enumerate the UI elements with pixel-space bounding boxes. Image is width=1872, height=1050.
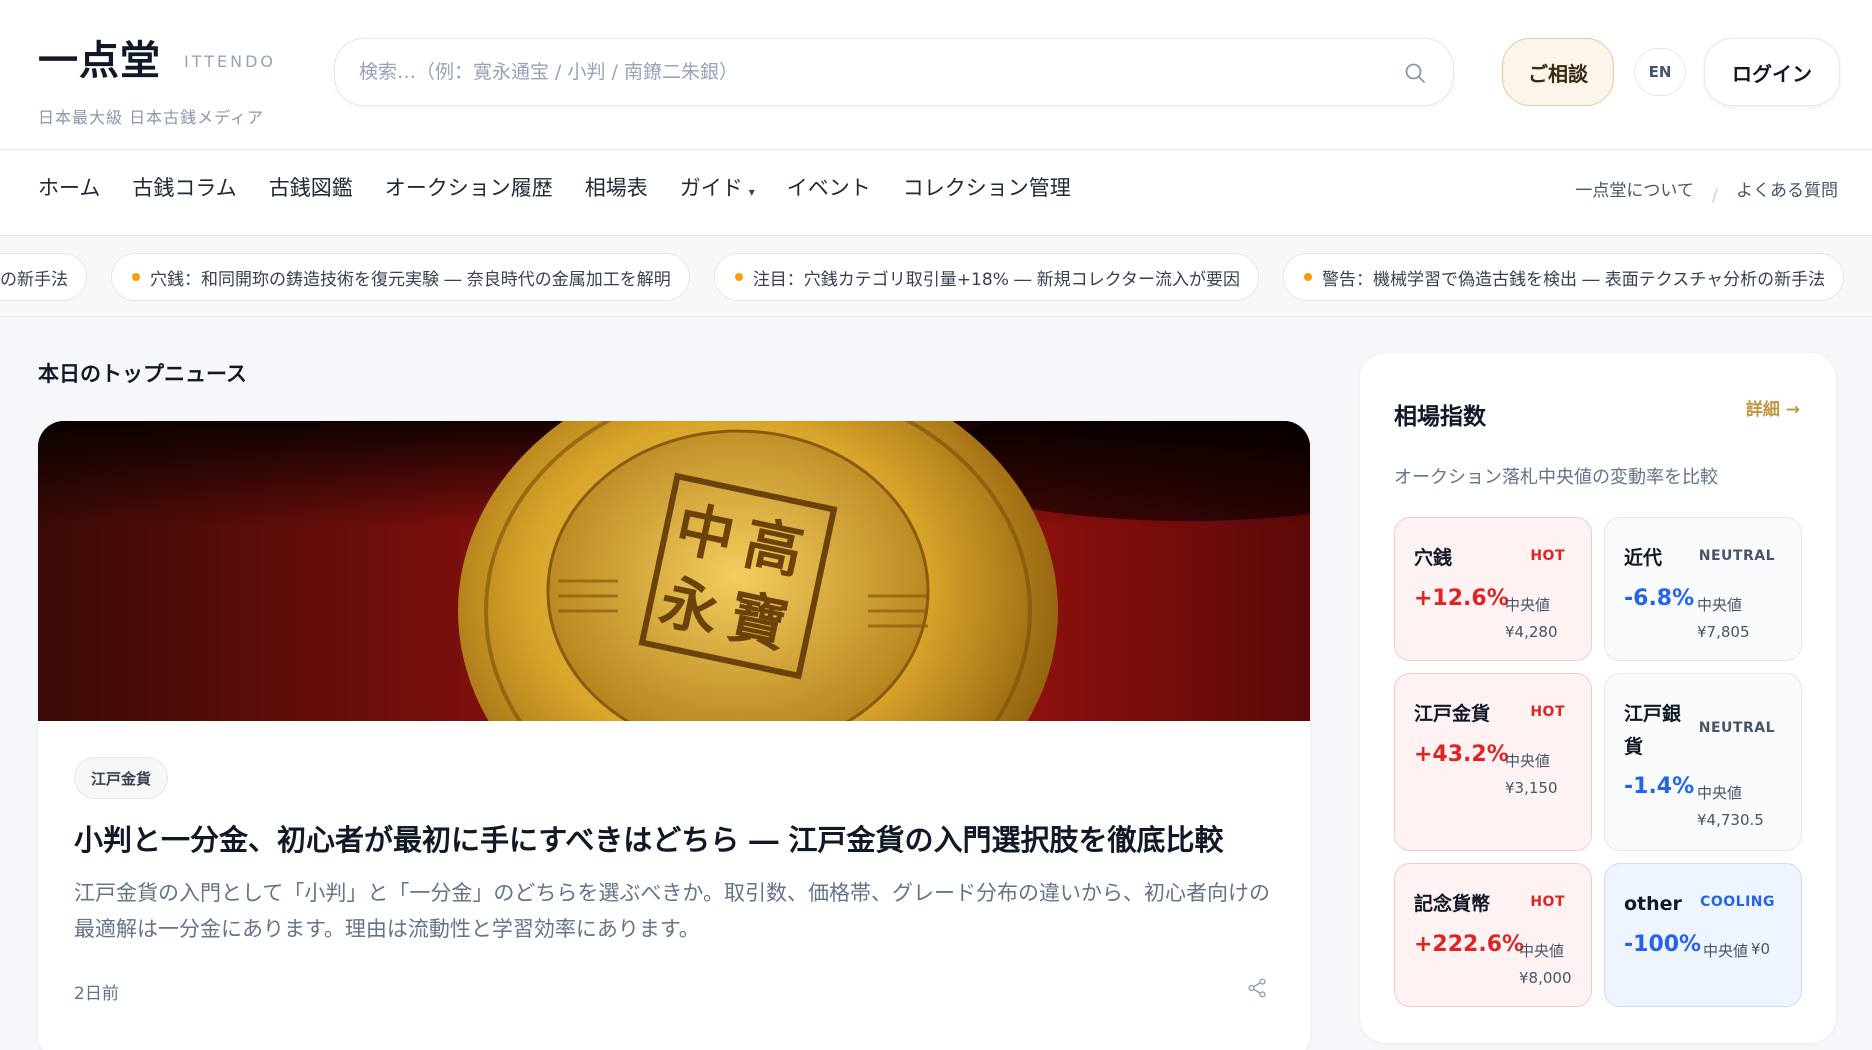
article-description: 江戸金貨の入門として「小判」と「一分金」のどちらを選ぶべきか。取引数、価格帯、グ… xyxy=(74,881,1270,941)
status-badge: HOT xyxy=(1530,704,1565,720)
main-nav: ホーム 古銭コラム 古銭図鑑 オークション履歴 相場表 ガイド ▾ イベント コ… xyxy=(0,151,1872,236)
ticker-track: の新手法 穴銭：和同開珎の鋳造技術を復元実験 ― 奈良時代の金属加工を解明 注目… xyxy=(0,253,1845,301)
median-label: 中央値 xyxy=(1519,942,1565,960)
detail-link[interactable]: 詳細 → xyxy=(1746,395,1800,420)
median-price: ¥4,280 xyxy=(1505,623,1558,641)
nav-menu: ホーム 古銭コラム 古銭図鑑 オークション履歴 相場表 ガイド ▾ イベント コ… xyxy=(38,151,1071,223)
change-value: -100% xyxy=(1624,932,1702,957)
category-tag[interactable]: 江戸金貨 xyxy=(74,757,169,799)
share-icon[interactable] xyxy=(1246,977,1268,999)
median-label: 中央値 xyxy=(1505,596,1551,614)
nav-item-column[interactable]: 古銭コラム xyxy=(132,172,236,202)
site-tagline: 日本最大級 日本古銭メディア xyxy=(38,108,264,127)
market-name: other xyxy=(1624,893,1682,915)
median-label: 中央値 xyxy=(1505,752,1551,770)
article-hero-image[interactable]: 中 高 永 寶 xyxy=(38,421,1310,721)
nav-item-events[interactable]: イベント xyxy=(787,172,871,202)
market-card-edo-gold[interactable]: 江戸金貨 HOT +43.2% 中央値 ¥3,150 xyxy=(1394,673,1592,851)
login-button[interactable]: ログイン xyxy=(1704,38,1840,106)
market-name: 江戸金貨 xyxy=(1414,703,1491,725)
market-card-edo-silver[interactable]: 江戸銀 貨 NEUTRAL -1.4% 中央値 ¥4,730.5 xyxy=(1604,673,1802,851)
logo[interactable]: 一点堂 ITTENDO xyxy=(38,28,273,86)
market-name: 記念貨幣 xyxy=(1414,893,1491,915)
panel-subtitle: オークション落札中央値の変動率を比較 xyxy=(1394,467,1718,488)
median-price: ¥3,150 xyxy=(1505,779,1558,797)
logo-roman: ITTENDO xyxy=(184,52,276,71)
market-card-kindai[interactable]: 近代 NEUTRAL -6.8% 中央値 ¥7,805 xyxy=(1604,517,1802,661)
nav-item-price-table[interactable]: 相場表 xyxy=(585,172,648,202)
language-toggle[interactable]: EN xyxy=(1634,48,1686,96)
market-card-commemorative[interactable]: 記念貨幣 HOT +222.6% 中央値 ¥8,000 xyxy=(1394,863,1592,1007)
status-badge: NEUTRAL xyxy=(1698,548,1775,564)
section-title: 本日のトップニュース xyxy=(38,361,247,386)
change-value: +43.2% xyxy=(1414,742,1509,767)
nav-separator: / xyxy=(1711,185,1718,206)
chevron-down-icon: ▾ xyxy=(748,185,755,199)
faq-link[interactable]: よくある質問 xyxy=(1736,176,1838,201)
ticker-item[interactable]: 注目：穴銭カテゴリ取引量+18% ― 新規コレクター流入が要因 xyxy=(713,253,1259,301)
median-label: 中央値 xyxy=(1697,596,1743,614)
search-box xyxy=(334,38,1454,106)
news-ticker: の新手法 穴銭：和同開珎の鋳造技術を復元実験 ― 奈良時代の金属加工を解明 注目… xyxy=(0,237,1872,317)
market-name: 穴銭 xyxy=(1414,547,1453,569)
change-value: -1.4% xyxy=(1624,774,1695,799)
nav-item-catalog[interactable]: 古銭図鑑 xyxy=(269,172,353,202)
panel-title: 相場指数 xyxy=(1394,404,1486,430)
change-value: +222.6% xyxy=(1414,932,1525,957)
ticker-item[interactable]: の新手法 xyxy=(0,253,87,301)
status-badge: NEUTRAL xyxy=(1698,720,1775,736)
nav-item-guide[interactable]: ガイド ▾ xyxy=(680,172,755,202)
status-badge: HOT xyxy=(1530,894,1565,910)
article-title[interactable]: 小判と一分金、初心者が最初に手にすべきはどちら ― 江戸金貨の入門選択肢を徹底比… xyxy=(74,817,1274,859)
market-card-anasen[interactable]: 穴銭 HOT +12.6% 中央値 ¥4,280 xyxy=(1394,517,1592,661)
bullet-dot-icon xyxy=(734,273,743,281)
top-news-card[interactable]: 中 高 永 寶 江戸金貨 小判と一分金、初心者が最初に手にすべきはどちら ― 江… xyxy=(38,421,1310,1050)
market-name: 近代 xyxy=(1624,547,1663,569)
median-price: ¥4,730.5 xyxy=(1697,811,1764,829)
nav-secondary: 一点堂について / よくある質問 xyxy=(1575,171,1838,206)
search-icon[interactable] xyxy=(1403,61,1427,85)
bullet-dot-icon xyxy=(1303,273,1312,281)
ticker-item[interactable]: 穴銭：和同開珎の鋳造技術を復元実験 ― 奈良時代の金属加工を解明 xyxy=(111,253,690,301)
median-price: ¥7,805 xyxy=(1697,623,1750,641)
about-link[interactable]: 一点堂について xyxy=(1575,176,1694,201)
status-badge: COOLING xyxy=(1700,894,1775,910)
article-timestamp: 2日前 xyxy=(74,984,119,1004)
site-header: 一点堂 ITTENDO 日本最大級 日本古銭メディア ご相談 EN ログイン xyxy=(0,0,1872,150)
market-index-panel: 相場指数 詳細 → オークション落札中央値の変動率を比較 穴銭 HOT +12.… xyxy=(1360,353,1836,1043)
search-input[interactable] xyxy=(359,39,1359,105)
nav-item-auction-history[interactable]: オークション履歴 xyxy=(385,172,553,202)
median-price: ¥0 xyxy=(1751,940,1771,958)
market-name: 江戸銀 貨 xyxy=(1624,703,1682,758)
change-value: +12.6% xyxy=(1414,586,1509,611)
nav-item-collection[interactable]: コレクション管理 xyxy=(903,172,1071,202)
nav-item-home[interactable]: ホーム xyxy=(38,172,100,202)
median-price: ¥8,000 xyxy=(1519,969,1572,987)
logo-wordmark: 一点堂 xyxy=(38,37,161,84)
ticker-item[interactable]: 警告：機械学習で偽造古銭を検出 ― 表面テクスチャ分析の新手法 xyxy=(1282,253,1845,301)
status-badge: HOT xyxy=(1530,548,1565,564)
median-label: 中央値 xyxy=(1703,942,1749,960)
median-label: 中央値 xyxy=(1697,784,1743,802)
consult-button[interactable]: ご相談 xyxy=(1502,38,1614,106)
bullet-dot-icon xyxy=(132,273,140,281)
change-value: -6.8% xyxy=(1624,586,1695,611)
market-card-other[interactable]: other COOLING -100% 中央値 ¥0 xyxy=(1604,863,1802,1007)
